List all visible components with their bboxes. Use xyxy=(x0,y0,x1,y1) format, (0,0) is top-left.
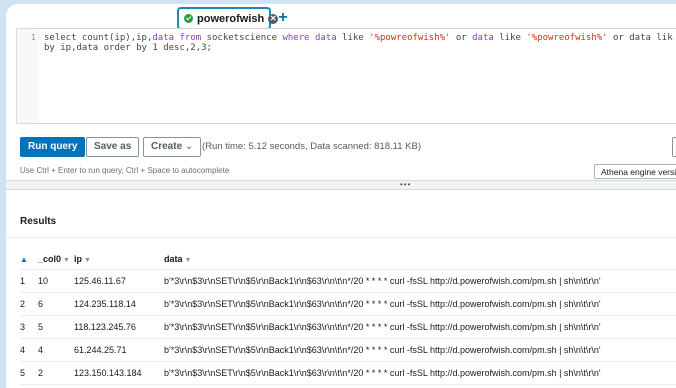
column-header-data[interactable]: data ▼ xyxy=(164,249,676,270)
column-header-ip[interactable]: ip ▼ xyxy=(74,249,164,270)
row-index: 2 xyxy=(20,292,38,316)
cell-data: b'POST /_search?pretty HTTP/1.1\r\nHost:… xyxy=(164,384,676,388)
cell-col0: 2 xyxy=(38,361,74,385)
keyboard-hint: Use Ctrl + Enter to run query, Ctrl + Sp… xyxy=(20,166,230,175)
table-row[interactable]: 3 5 118.123.245.76 b'*3\r\n$3\r\nSET\r\n$5\… xyxy=(20,315,676,339)
sql-code[interactable]: select count(ip),ip,data from socketscie… xyxy=(44,33,673,53)
code-string: '%powreofwish%' xyxy=(526,33,608,43)
settings-button[interactable] xyxy=(672,137,676,157)
code-string: '%powreofwish%' xyxy=(369,33,451,43)
code-line-2: by ip,data order by 1 desc,2,3; xyxy=(44,43,212,53)
cell-ip: 118.123.245.76 xyxy=(74,315,164,339)
line-number: 1 xyxy=(31,33,36,42)
cell-data: b'*3\r\n$3\r\nSET\r\n$5\r\nBack1\r\n$63\… xyxy=(164,338,676,362)
cell-col0: 4 xyxy=(38,338,74,362)
cell-data: b'*3\r\n$3\r\nSET\r\n$5\r\nBack1\r\n$63\… xyxy=(164,361,676,385)
cell-data: b'*3\r\n$3\r\nSET\r\n$5\r\nBack1\r\n$63\… xyxy=(164,315,676,339)
caret-down-icon: ▼ xyxy=(184,257,192,264)
cell-ip: 125.46.11.67 xyxy=(74,269,164,293)
create-label: Create xyxy=(151,141,183,152)
check-circle-icon xyxy=(184,14,193,23)
pane-resize-handle[interactable]: ••• xyxy=(6,180,676,190)
tab-label: powerofwish xyxy=(197,12,265,25)
editor-gutter xyxy=(17,29,39,123)
row-index: 6 xyxy=(20,384,38,388)
caret-down-icon: ▼ xyxy=(63,257,70,264)
code-token: select count(ip),ip, xyxy=(44,33,153,43)
sort-asc-icon[interactable]: ▲ xyxy=(20,249,38,270)
code-keyword: where xyxy=(282,33,310,43)
run-stats: (Run time: 5.12 seconds, Data scanned: 8… xyxy=(202,141,421,152)
row-index: 3 xyxy=(20,315,38,339)
cell-ip: 123.150.143.184 xyxy=(74,361,164,385)
code-token: like xyxy=(493,33,527,43)
tab-powerofwish[interactable]: powerofwish ✕ xyxy=(177,7,279,30)
code-keyword: from xyxy=(174,33,202,43)
code-keyword: data xyxy=(152,33,175,43)
cell-col0: 1 xyxy=(38,384,74,388)
results-table: ▲ _col0 ▼ ip ▼ data ▼ 1 10 125.46.11.67 b'*3\r… xyxy=(20,249,676,388)
code-token: like xyxy=(336,33,370,43)
table-row[interactable]: 5 2 123.150.143.184 b'*3\r\n$3\r\nSET\r\n$5… xyxy=(20,361,676,385)
row-index: 1 xyxy=(20,269,38,293)
code-keyword: data xyxy=(309,33,337,43)
cell-col0: 5 xyxy=(38,315,74,339)
code-token: or xyxy=(450,33,473,43)
sql-editor[interactable]: 1 select count(ip),ip,data from socketsc… xyxy=(16,28,676,124)
cell-ip: 61.244.25.71 xyxy=(74,338,164,362)
save-as-button[interactable]: Save as xyxy=(86,137,140,157)
chevron-down-icon: ⌄ xyxy=(184,141,194,152)
cell-col0: 6 xyxy=(38,292,74,316)
cell-ip: 39.106.101.155 xyxy=(74,384,164,388)
drag-handle-icon: ••• xyxy=(400,180,412,189)
cell-data: b'*3\r\n$3\r\nSET\r\n$5\r\nBack1\r\n$63\… xyxy=(164,269,676,293)
table-row[interactable]: 6139.106.101.155b'POST /_search?pretty H… xyxy=(20,384,676,388)
results-heading: Results xyxy=(20,216,57,227)
table-row[interactable]: 4 4 61.244.25.71 b'*3\r\n$3\r\nSET\r\n$5\r\… xyxy=(20,338,676,362)
table-header-row: ▲ _col0 ▼ ip ▼ data ▼ xyxy=(20,249,676,270)
code-token: socketscience xyxy=(201,33,283,43)
divider xyxy=(6,237,676,238)
create-button[interactable]: Create ⌄ xyxy=(143,137,202,157)
caret-down-icon: ▼ xyxy=(84,257,91,264)
cell-ip: 124.235.118.14 xyxy=(74,292,164,316)
cell-data: b'*3\r\n$3\r\nSET\r\n$5\r\nBack1\r\n$63\… xyxy=(164,292,676,316)
column-header-col0[interactable]: _col0 ▼ xyxy=(38,249,74,270)
engine-version-select[interactable]: Athena engine versio xyxy=(594,164,676,179)
row-index: 4 xyxy=(20,338,38,362)
add-tab-button[interactable]: + xyxy=(274,9,292,27)
table-row[interactable]: 2 6 124.235.118.14 b'*3\r\n$3\r\nSET\r\n$5\… xyxy=(20,292,676,316)
run-query-button[interactable]: Run query xyxy=(20,137,86,157)
code-keyword: data xyxy=(472,33,494,43)
table-row[interactable]: 1 10 125.46.11.67 b'*3\r\n$3\r\nSET\r\n$5\r… xyxy=(20,269,676,293)
athena-query-editor: powerofwish ✕ + 1 select count(ip),ip,da… xyxy=(6,4,676,388)
code-token: or data lik xyxy=(607,33,673,43)
row-index: 5 xyxy=(20,361,38,385)
cell-col0: 10 xyxy=(38,269,74,293)
